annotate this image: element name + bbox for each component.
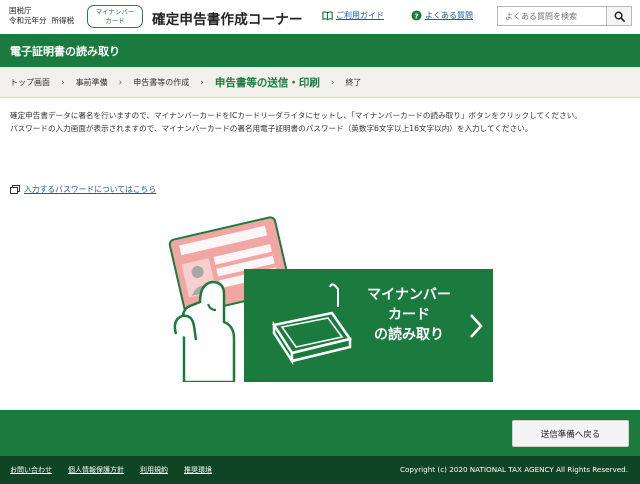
step-label: 申告書等の送信・印刷	[214, 77, 320, 89]
footer-link-terms[interactable]: 利用規約	[140, 465, 168, 475]
step-separator-icon: ›	[118, 77, 123, 88]
search-icon	[614, 11, 625, 22]
site-footer: お問い合わせ 個人情報保護方針 利用規約 推奨環境 Copyright (c) …	[0, 456, 640, 484]
step-send-print: 申告書等の送信・印刷 ›	[215, 75, 346, 90]
search-button[interactable]	[606, 6, 632, 26]
footer-links: お問い合わせ 個人情報保護方針 利用規約 推奨環境	[10, 465, 228, 475]
book-icon	[322, 11, 333, 21]
svg-text:?: ?	[414, 11, 418, 20]
step-separator-icon: ›	[330, 77, 335, 88]
footer-link-privacy[interactable]: 個人情報保護方針	[68, 465, 124, 475]
guide-link[interactable]: ご利用ガイド	[322, 10, 384, 21]
instruction-paragraph-1: 確定申告書データに署名を行いますので、マイナンバーカードをICカードリーダライタ…	[10, 111, 582, 120]
mynumber-badge-line1: マイナンバー	[95, 8, 135, 16]
faq-link-label: よくある質問	[425, 11, 473, 20]
mynumber-badge-line2: カード	[105, 17, 125, 25]
read-button-line3: の読み取り	[374, 327, 444, 343]
footer-link-environment[interactable]: 推奨環境	[184, 465, 212, 475]
read-button-line1: マイナンバー	[367, 287, 451, 303]
window-icon	[10, 185, 20, 194]
password-info-link-label: 入力するパスワードについてはこちら	[24, 185, 157, 194]
step-preparation: 事前準備 ›	[76, 77, 134, 88]
faq-link[interactable]: ? よくある質問	[411, 10, 473, 21]
question-icon: ?	[411, 10, 422, 21]
step-label: 終了	[345, 78, 362, 87]
page-title: 電子証明書の読み取り	[10, 45, 120, 58]
step-separator-icon: ›	[61, 77, 65, 88]
read-button-label: マイナンバー カード の読み取り	[354, 285, 464, 345]
step-label: 事前準備	[75, 78, 108, 87]
site-title: 確定申告書作成コーナー	[152, 12, 303, 28]
fiscal-year: 令和元年分	[9, 16, 47, 25]
copyright: Copyright (c) 2020 NATIONAL TAX AGENCY A…	[399, 465, 628, 474]
instruction-paragraph-2: パスワードの入力画面が表示されますので、マイナンバーカードの署名用電子証明書のパ…	[10, 124, 533, 133]
footer-link-contact[interactable]: お問い合わせ	[10, 465, 52, 475]
read-button-line2: カード	[388, 307, 430, 323]
faq-search-input[interactable]	[497, 6, 607, 26]
step-label: 申告書等の作成	[133, 78, 190, 87]
card-reader-icon	[271, 283, 353, 366]
step-top: トップ画面 ›	[10, 77, 76, 88]
page-title-bar: 電子証明書の読み取り	[0, 34, 640, 67]
guide-link-label: ご利用ガイド	[336, 11, 384, 20]
site-header: 国税庁 令和元年分 所得税 マイナンバー カード 確定申告書作成コーナー ご利用ガ…	[0, 0, 640, 34]
back-to-send-prep-button[interactable]: 送信準備へ戻る	[512, 420, 629, 447]
action-bar: 送信準備へ戻る	[0, 410, 640, 456]
step-create: 申告書等の作成 ›	[133, 77, 215, 88]
step-label: トップ画面	[10, 78, 50, 87]
agency-info: 国税庁 令和元年分 所得税	[9, 6, 79, 26]
agency-name: 国税庁	[9, 6, 32, 15]
read-mynumber-card-button[interactable]: マイナンバー カード の読み取り	[244, 269, 493, 382]
mynumber-badge: マイナンバー カード	[87, 5, 143, 28]
password-info-link[interactable]: 入力するパスワードについてはこちら	[10, 184, 156, 195]
step-finish: 終了	[345, 77, 361, 88]
card-reader-area: マイナンバー カード の読み取り	[150, 214, 493, 382]
tax-type: 所得税	[51, 16, 75, 25]
progress-steps: トップ画面 › 事前準備 › 申告書等の作成 › 申告書等の送信・印刷 › 終了	[0, 67, 640, 98]
chevron-right-icon	[470, 314, 483, 338]
instructions: 確定申告書データに署名を行いますので、マイナンバーカードをICカードリーダライタ…	[10, 109, 630, 135]
step-separator-icon: ›	[200, 77, 204, 88]
